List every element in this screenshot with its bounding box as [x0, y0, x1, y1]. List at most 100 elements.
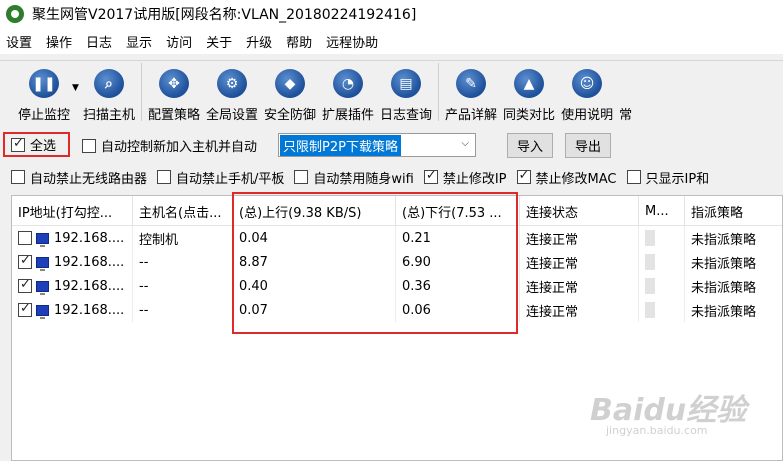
option-label: 自动禁止无线路由器 [30, 171, 148, 187]
checkbox-unchecked[interactable] [294, 170, 309, 184]
ip-value: 192.168.... [54, 302, 125, 318]
mac-redacted [645, 230, 655, 246]
status-cell: 连接正常 [520, 250, 639, 274]
option-show-ip-only[interactable]: 只显示IP和 [626, 168, 710, 187]
checkbox-unchecked[interactable] [82, 138, 96, 153]
computer-icon [36, 256, 49, 271]
column-header-status[interactable]: 连接状态 [520, 196, 639, 226]
log-query-button[interactable]: ▤ 日志查询 [380, 61, 432, 123]
column-header-ip[interactable]: IP地址(打勾控... [12, 196, 133, 226]
upload-cell: 0.04 [233, 226, 396, 250]
menu-about[interactable]: 关于 [206, 32, 232, 51]
column-header-download[interactable]: (总)下行(7.53 ... [396, 196, 520, 226]
ip-cell: 192.168.... [12, 250, 133, 274]
table-header: IP地址(打勾控... 主机名(点击... (总)上行(9.38 KB/S) (… [12, 196, 782, 226]
table-row[interactable]: 192.168.... -- 0.07 0.06 连接正常 未指派策略 [12, 298, 782, 322]
person-icon: ☺ [572, 69, 603, 98]
pen-icon: ✎ [456, 69, 487, 98]
status-cell: 连接正常 [520, 226, 639, 250]
download-cell: 0.06 [396, 298, 520, 322]
usage-button[interactable]: ☺ 使用说明 [561, 61, 613, 123]
export-button[interactable]: 导出 [565, 133, 611, 158]
column-header-hostname[interactable]: 主机名(点击... [133, 196, 233, 226]
auto-control-label: 自动控制新加入主机并自动 [101, 140, 258, 155]
option-label: 只显示IP和 [645, 171, 710, 187]
more-button[interactable]: 常 [619, 61, 633, 123]
checkbox-unchecked[interactable] [11, 170, 25, 184]
toolbar-divider [438, 63, 440, 121]
menu-remote-assist[interactable]: 远程协助 [326, 32, 378, 51]
checkbox-unchecked[interactable] [626, 170, 641, 184]
stop-monitor-dropdown-icon[interactable]: ▼ [72, 83, 79, 93]
hostname-cell: 控制机 [133, 226, 233, 250]
baidu-watermark: Baidu经验 [590, 393, 747, 428]
gear-icon: ⚙ [216, 69, 247, 98]
move-arrows-icon: ✥ [158, 69, 189, 98]
column-header-upload[interactable]: (总)上行(9.38 KB/S) [233, 196, 396, 226]
menu-access[interactable]: 访问 [166, 32, 192, 51]
policy-cell: 未指派策略 [691, 256, 757, 272]
table-row[interactable]: 192.168.... -- 8.87 6.90 连接正常 未指派策略 [12, 250, 782, 274]
column-header-policy[interactable]: 指派策略 [685, 196, 782, 226]
checkbox-unchecked[interactable] [157, 170, 172, 184]
import-button[interactable]: 导入 [507, 133, 553, 158]
ip-cell: 192.168.... [12, 298, 133, 322]
hostname-cell: -- [133, 298, 233, 322]
security-defense-button[interactable]: ◆ 安全防御 [264, 61, 316, 123]
hostname-cell: -- [133, 274, 233, 298]
option-block-ip-change[interactable]: 禁止修改IP [423, 168, 507, 187]
config-strategy-label: 配置策略 [147, 108, 200, 123]
select-all-checkbox[interactable]: 全选 [3, 132, 70, 157]
more-label: 常 [619, 108, 633, 123]
download-cell: 6.90 [396, 250, 520, 274]
menu-log[interactable]: 日志 [86, 32, 112, 51]
strategy-select[interactable]: 只限制P2P下载策略 ⌵ [278, 133, 476, 157]
graduation-cap-icon: ▲ [514, 69, 545, 98]
chevron-down-icon[interactable]: ⌵ [461, 138, 469, 149]
mac-cell [639, 226, 685, 250]
row-checkbox[interactable] [18, 301, 32, 317]
stop-monitor-label: 停止监控 [18, 108, 71, 123]
mac-cell [639, 274, 685, 298]
menu-operation[interactable]: 操作 [46, 32, 72, 51]
mac-redacted [645, 254, 655, 270]
window-title: 聚生网管V2017试用版[网段名称:VLAN_20180224192416] [32, 7, 417, 23]
stop-monitor-button[interactable]: ❚❚ 停止监控 [18, 61, 70, 123]
option-block-portable-wifi[interactable]: 自动禁用随身wifi [294, 168, 414, 187]
option-label: 自动禁用随身wifi [313, 171, 414, 187]
table-row[interactable]: 192.168.... 控制机 0.04 0.21 连接正常 未指派策略 [12, 226, 782, 250]
strategy-selected-value: 只限制P2P下载策略 [280, 134, 401, 156]
table-row[interactable]: 192.168.... -- 0.40 0.36 连接正常 未指派策略 [12, 274, 782, 298]
auto-control-checkbox[interactable]: 自动控制新加入主机并自动 [82, 136, 257, 155]
option-block-mac-change[interactable]: 禁止修改MAC [516, 168, 617, 187]
global-settings-label: 全局设置 [205, 108, 258, 123]
mac-redacted [645, 302, 655, 318]
row-checkbox[interactable] [18, 253, 32, 269]
row-checkbox[interactable] [18, 277, 32, 293]
menu-display[interactable]: 显示 [126, 32, 152, 51]
title-bar: 聚生网管V2017试用版[网段名称:VLAN_20180224192416] [0, 0, 783, 28]
option-block-wireless-router[interactable]: 自动禁止无线路由器 [11, 168, 147, 187]
compare-button[interactable]: ▲ 同类对比 [503, 61, 555, 123]
checkbox-checked[interactable] [516, 168, 531, 184]
menu-settings[interactable]: 设置 [6, 32, 32, 51]
policy-cell: 未指派策略 [691, 280, 757, 296]
option-block-mobile[interactable]: 自动禁止手机/平板 [157, 168, 284, 187]
menu-upgrade[interactable]: 升级 [246, 32, 272, 51]
global-settings-button[interactable]: ⚙ 全局设置 [206, 61, 258, 123]
menu-help[interactable]: 帮助 [286, 32, 312, 51]
extensions-button[interactable]: ◔ 扩展插件 [322, 61, 374, 123]
scan-host-button[interactable]: ⌕ 扫描主机 [83, 61, 135, 123]
security-defense-label: 安全防御 [263, 108, 316, 123]
config-strategy-button[interactable]: ✥ 配置策略 [148, 61, 200, 123]
mac-cell [639, 250, 685, 274]
app-logo-icon [6, 5, 24, 23]
computer-icon [36, 232, 49, 247]
column-header-mac[interactable]: M... [639, 196, 685, 226]
checkbox-checked[interactable] [423, 168, 438, 184]
product-detail-label: 产品详解 [445, 108, 498, 123]
row-checkbox[interactable] [18, 231, 32, 245]
checkbox-checked[interactable] [11, 136, 25, 152]
option-label: 自动禁止手机/平板 [176, 171, 285, 187]
product-detail-button[interactable]: ✎ 产品详解 [445, 61, 497, 123]
